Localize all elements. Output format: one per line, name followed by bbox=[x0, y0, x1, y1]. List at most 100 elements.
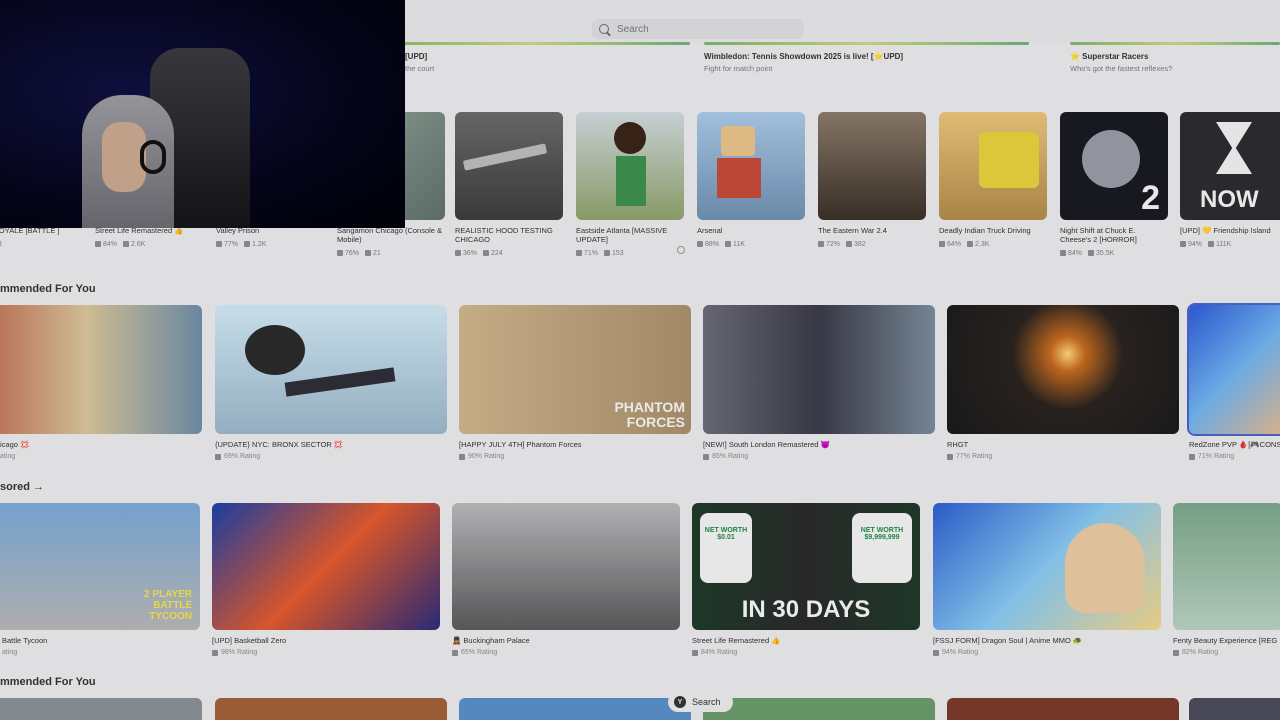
game-rating: 98% Rating bbox=[212, 649, 440, 656]
sequel-number: 2 bbox=[1141, 179, 1160, 217]
game-tile[interactable]: Eastside Atlanta [MASSIVE UPDATE] 71% 153 bbox=[576, 112, 684, 257]
game-rating: ating bbox=[2, 649, 18, 656]
thumbs-up-icon bbox=[212, 649, 218, 656]
game-title: Sangamon Chicago (Console & Mobile) bbox=[337, 226, 443, 244]
character-hair bbox=[245, 325, 305, 375]
game-tile[interactable]: NOW [UPD] 💛 Friendship Island 94% 111K bbox=[1180, 112, 1280, 248]
event-subtitle: Fight for match point bbox=[704, 64, 773, 73]
game-tile[interactable]: RedZone PVP 🩸[🎮CONS 71% Rating bbox=[1187, 303, 1280, 460]
thumbs-up-icon bbox=[692, 649, 698, 656]
game-title: [NEW!] South London Remastered 😈 bbox=[703, 440, 830, 449]
thumbs-up-icon bbox=[455, 250, 461, 256]
game-thumbnail[interactable] bbox=[459, 698, 691, 720]
game-tile[interactable]: NET WORTH $0.01 NET WORTH $9,999,999 IN … bbox=[692, 503, 920, 656]
search-input[interactable]: Search bbox=[592, 19, 804, 39]
game-thumbnail[interactable] bbox=[703, 698, 935, 720]
game-thumbnail[interactable] bbox=[215, 698, 447, 720]
game-thumbnail bbox=[947, 305, 1179, 434]
game-tile[interactable]: Fenty Beauty Experience [REG 82% Rating bbox=[1173, 503, 1280, 656]
game-stats: 23 bbox=[0, 241, 80, 248]
game-rating: 94% Rating bbox=[933, 649, 1161, 656]
rifle-graphic bbox=[462, 143, 548, 171]
players-icon bbox=[604, 250, 611, 256]
loading-icon bbox=[677, 246, 685, 254]
event-card[interactable]: ⭐ Superstar Racers Who's got the fastest… bbox=[1070, 42, 1280, 73]
game-thumbnail: NOW bbox=[1180, 112, 1280, 220]
search-icon bbox=[599, 24, 609, 34]
game-rating: 65% Rating bbox=[452, 649, 680, 656]
thumb-caption: NOW bbox=[1200, 186, 1259, 213]
search-placeholder: Search bbox=[617, 23, 649, 35]
game-thumbnail bbox=[0, 305, 202, 434]
game-tile[interactable]: Arsenal 88% 11K bbox=[697, 112, 805, 248]
game-stats: 76% 21 bbox=[337, 250, 445, 257]
y-button-icon: Y bbox=[674, 696, 686, 708]
game-tile[interactable]: The Eastern War 2.4 72% 382 bbox=[818, 112, 926, 248]
thumb-caption: PHANTOM FORCES bbox=[614, 399, 685, 430]
thumbs-up-icon bbox=[337, 250, 343, 256]
game-tile[interactable]: [NEW!] South London Remastered 😈 85% Rat… bbox=[703, 305, 935, 460]
game-tile[interactable]: {UPDATE} NYC: BRONX SECTOR 💢 69% Rating bbox=[215, 305, 447, 460]
game-stats: 94% 111K bbox=[1180, 241, 1280, 248]
thumbs-up-icon bbox=[215, 453, 221, 460]
game-thumbnail bbox=[215, 305, 447, 434]
section-title[interactable]: mmended For You bbox=[0, 676, 96, 688]
thumbs-up-icon bbox=[1189, 453, 1195, 460]
game-title: Night Shift at Chuck E. Cheese's 2 [HORR… bbox=[1060, 226, 1137, 244]
game-tile[interactable]: [FSSJ FORM] Dragon Soul | Anime MMO 🐢 94… bbox=[933, 503, 1161, 656]
game-thumbnail bbox=[1187, 303, 1280, 436]
game-tile[interactable]: [UPD] Basketball Zero 98% Rating bbox=[212, 503, 440, 656]
game-tile[interactable]: 2 Night Shift at Chuck E. Cheese's 2 [HO… bbox=[1060, 112, 1168, 257]
players-icon bbox=[1088, 250, 1095, 256]
game-title: {UPDATE} NYC: BRONX SECTOR 💢 bbox=[215, 440, 344, 449]
game-rating: 77% Rating bbox=[947, 453, 1179, 460]
thumbs-up-icon bbox=[818, 241, 824, 247]
game-tile[interactable]: Deadly Indian Truck Driving 64% 2.3K bbox=[939, 112, 1047, 248]
game-title: Street Life Remastered 👍 bbox=[692, 636, 781, 645]
event-card[interactable]: Wimbledon: Tennis Showdown 2025 is live!… bbox=[704, 42, 1029, 73]
game-thumbnail bbox=[576, 112, 684, 220]
event-card[interactable]: [UPD] the court bbox=[370, 42, 690, 73]
section-title[interactable]: mmended For You bbox=[0, 283, 96, 295]
game-tile[interactable]: icago 💢 ating bbox=[0, 305, 202, 460]
section-title[interactable]: sored → bbox=[0, 481, 44, 493]
mascot-graphic bbox=[1082, 130, 1140, 188]
game-thumbnail[interactable] bbox=[947, 698, 1179, 720]
thumbs-up-icon bbox=[939, 241, 945, 247]
game-thumbnail bbox=[818, 112, 926, 220]
game-thumbnail bbox=[452, 503, 680, 630]
character-body bbox=[616, 156, 646, 206]
event-title: Wimbledon: Tennis Showdown 2025 is live!… bbox=[704, 52, 904, 61]
players-icon bbox=[725, 241, 732, 247]
controller-search-button[interactable]: Y Search bbox=[668, 692, 733, 712]
game-tile[interactable]: 💂 Buckingham Palace 65% Rating bbox=[452, 503, 680, 656]
game-rating: 82% Rating bbox=[1173, 649, 1280, 656]
event-title: ⭐ Superstar Racers bbox=[1070, 52, 1149, 61]
game-stats: 64% 2.3K bbox=[939, 241, 1047, 248]
game-title: Battle Tycoon bbox=[2, 636, 48, 645]
game-rating: 69% Rating bbox=[215, 453, 447, 460]
game-thumbnail bbox=[703, 305, 935, 434]
truck-graphic bbox=[979, 132, 1039, 188]
game-thumbnail: NET WORTH $0.01 NET WORTH $9,999,999 IN … bbox=[692, 503, 920, 630]
game-tile[interactable]: REALISTIC HOOD TESTING CHICAGO 36% 224 bbox=[455, 112, 563, 257]
event-banner bbox=[704, 42, 1029, 45]
thumbs-up-icon bbox=[703, 453, 709, 460]
game-title: RHGT bbox=[947, 440, 969, 449]
game-tile[interactable]: 2 PLAYER BATTLE TYCOON Battle Tycoon ati… bbox=[0, 503, 200, 656]
game-stats: 72% 382 bbox=[818, 241, 926, 248]
game-thumbnail: PHANTOM FORCES bbox=[459, 305, 691, 434]
event-banner bbox=[370, 42, 690, 45]
game-title: Arsenal bbox=[697, 226, 723, 235]
game-thumbnail[interactable] bbox=[0, 698, 202, 720]
game-title: [UPD] Basketball Zero bbox=[212, 636, 287, 645]
game-title: Deadly Indian Truck Driving bbox=[939, 226, 1031, 235]
game-tile[interactable]: PHANTOM FORCES [HAPPY JULY 4TH] Phantom … bbox=[459, 305, 691, 460]
game-thumbnail[interactable] bbox=[1189, 698, 1280, 720]
game-thumbnail bbox=[455, 112, 563, 220]
game-title: icago 💢 bbox=[0, 440, 30, 449]
thumbs-up-icon bbox=[459, 453, 465, 460]
game-stats: 77% 1.2K bbox=[216, 241, 324, 248]
game-tile[interactable]: RHGT 77% Rating bbox=[947, 305, 1179, 460]
game-title: [FSSJ FORM] Dragon Soul | Anime MMO 🐢 bbox=[933, 636, 1083, 645]
